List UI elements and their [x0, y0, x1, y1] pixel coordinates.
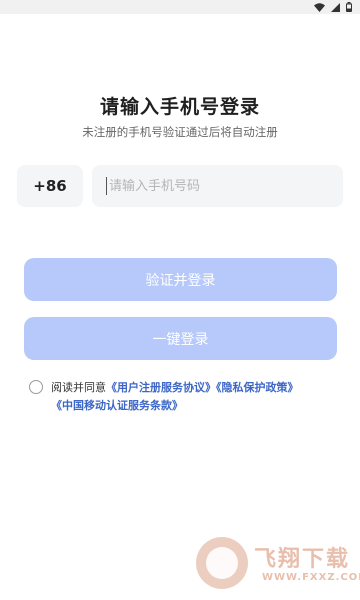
phone-input-container[interactable]	[92, 165, 343, 207]
agreement-prefix: 阅读并同意	[51, 381, 106, 394]
status-bar	[0, 0, 360, 14]
phone-number-input[interactable]	[109, 165, 334, 207]
verify-and-login-button[interactable]: 验证并登录	[24, 258, 337, 301]
cmcc-terms-link[interactable]: 《中国移动认证服务条款》	[51, 399, 183, 412]
country-code-label: +86	[33, 177, 67, 195]
text-caret	[106, 177, 107, 195]
status-icons	[314, 2, 352, 12]
watermark-logo-icon	[196, 537, 248, 589]
battery-icon	[346, 2, 352, 12]
country-code-selector[interactable]: +86	[17, 165, 83, 207]
page-title: 请输入手机号登录	[99, 96, 260, 118]
agreement-text: 阅读并同意《用户注册服务协议》《隐私保护政策》《中国移动认证服务条款》	[51, 379, 351, 415]
signal-icon	[331, 2, 340, 12]
page-subtitle: 未注册的手机号验证通过后将自动注册	[82, 125, 278, 139]
watermark-brand: 飞翔下载	[254, 547, 351, 572]
watermark: 飞翔下载 WWW.FXXZ.COM	[190, 535, 360, 595]
watermark-url: WWW.FXXZ.COM	[262, 572, 360, 583]
wifi-icon	[314, 2, 325, 12]
one-click-login-button[interactable]: 一键登录	[24, 317, 337, 360]
agreement-checkbox[interactable]	[29, 380, 43, 394]
user-agreement-link[interactable]: 《用户注册服务协议》	[106, 381, 216, 394]
privacy-policy-link[interactable]: 《隐私保护政策》	[216, 381, 299, 394]
